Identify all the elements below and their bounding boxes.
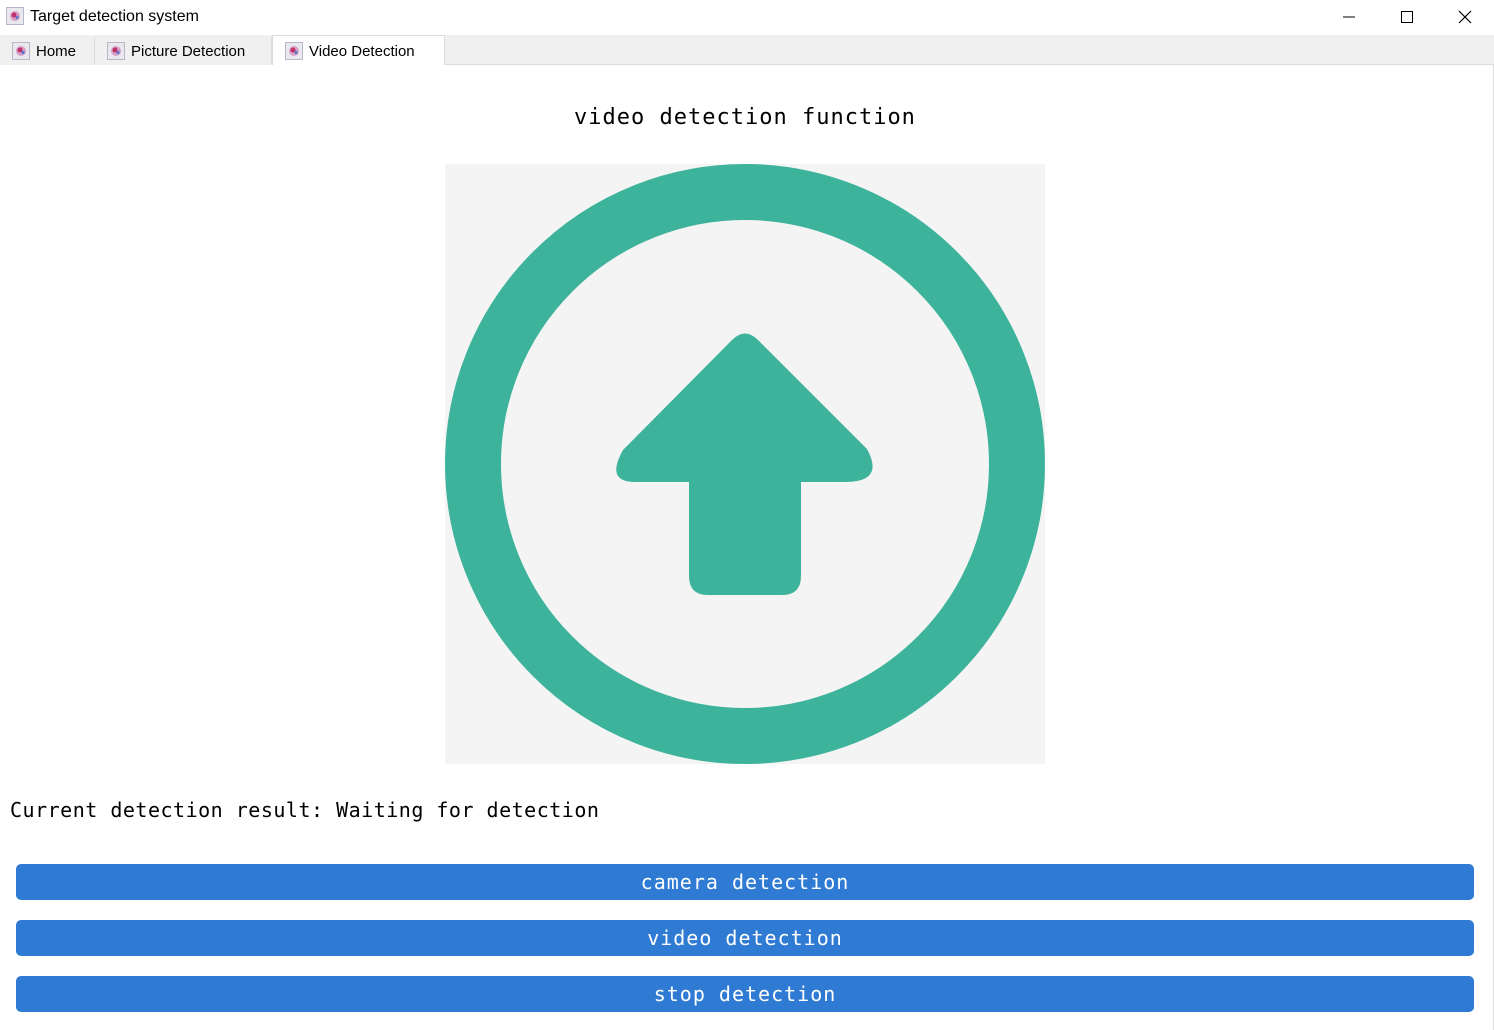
video-detection-panel: video detection function Current detecti… [0, 65, 1494, 1030]
tab-video-detection[interactable]: Video Detection [272, 35, 445, 66]
tab-label: Video Detection [309, 42, 415, 60]
tab-picture-detection[interactable]: Picture Detection [95, 37, 272, 65]
video-detection-button[interactable]: video detection [16, 920, 1474, 956]
minimize-icon [1343, 16, 1355, 17]
title-bar: Target detection system [0, 0, 1494, 34]
detection-result-text: Current detection result: Waiting for de… [10, 798, 600, 822]
app-logo-icon [12, 42, 30, 60]
tab-home[interactable]: Home [0, 37, 95, 65]
tab-label: Picture Detection [131, 42, 246, 60]
camera-detection-button[interactable]: camera detection [16, 864, 1474, 900]
maximize-icon [1401, 10, 1413, 23]
app-logo-icon [285, 42, 303, 60]
stop-detection-button[interactable]: stop detection [16, 976, 1474, 1012]
close-button[interactable] [1436, 0, 1494, 33]
tab-bar: Home Picture Detection Video Detection [0, 35, 1494, 66]
app-logo-icon [6, 7, 24, 25]
app-logo-icon [107, 42, 125, 60]
page-title: video detection function [574, 105, 916, 130]
close-icon [1458, 10, 1472, 23]
upload-arrow-icon [445, 164, 1045, 764]
app-window: Target detection system Home Picture Det… [0, 0, 1494, 1030]
window-title: Target detection system [30, 8, 199, 25]
video-preview[interactable] [445, 164, 1045, 764]
tab-label: Home [36, 42, 77, 60]
maximize-button[interactable] [1378, 0, 1436, 33]
minimize-button[interactable] [1320, 0, 1378, 33]
